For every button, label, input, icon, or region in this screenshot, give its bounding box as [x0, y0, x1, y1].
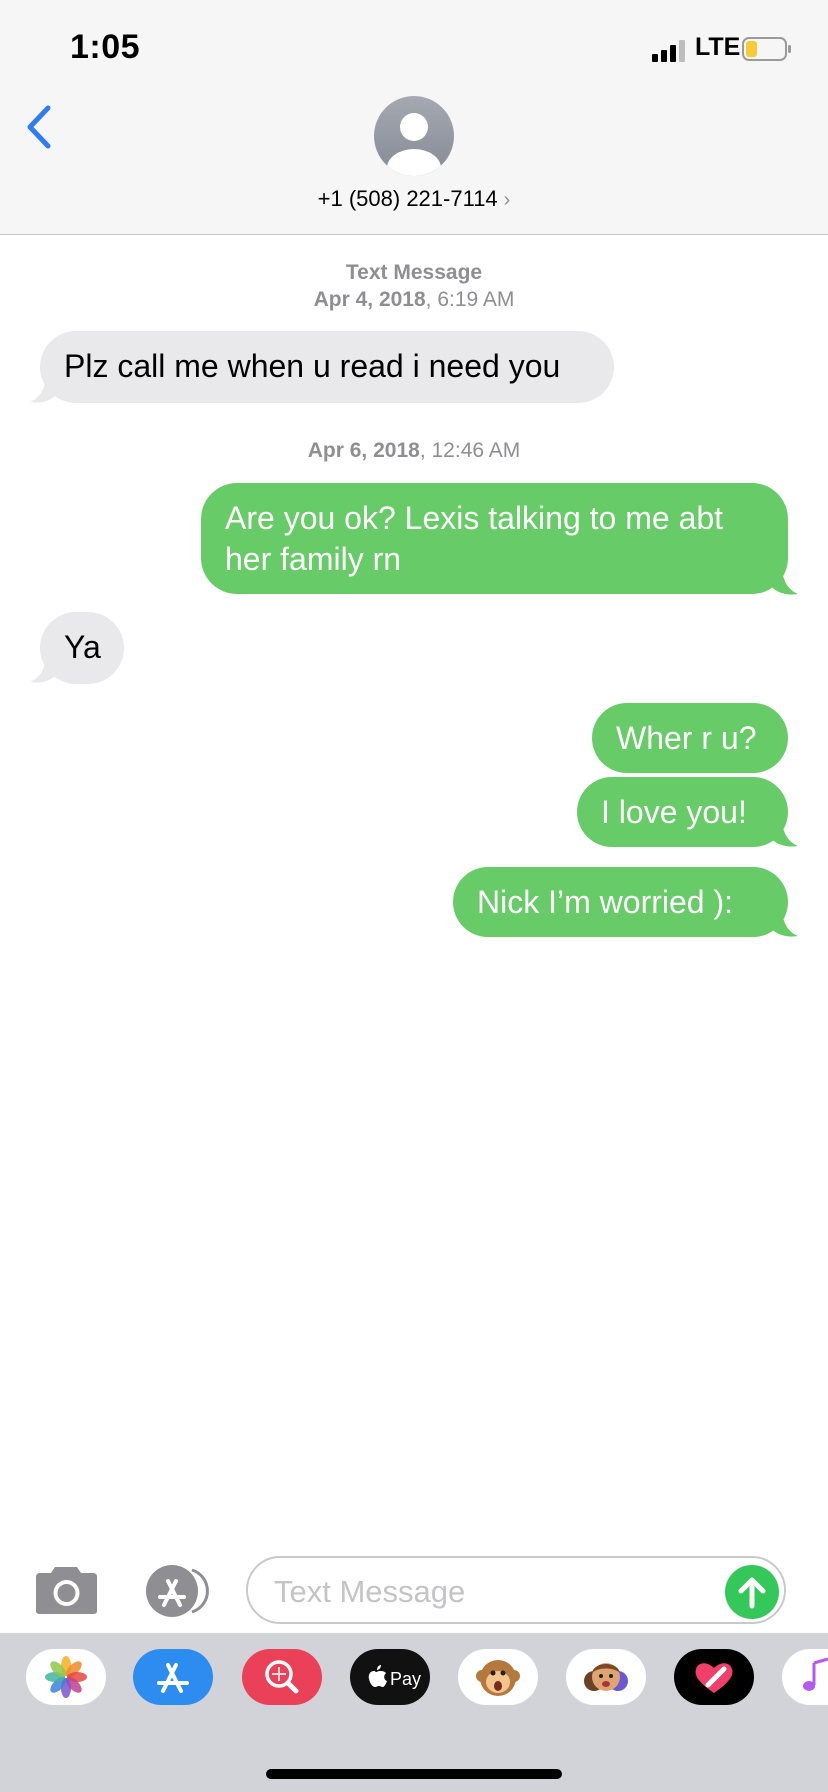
timestamp-time: , 12:46 AM — [419, 439, 521, 462]
animoji-app-icon[interactable] — [458, 1649, 538, 1705]
contact-number[interactable]: +1 (508) 221-7114 — [318, 186, 498, 211]
network-type: LTE — [695, 33, 741, 61]
contact-name[interactable]: +1 (508) 221-7114 › — [0, 186, 828, 212]
message-input[interactable]: Text Message — [246, 1556, 786, 1624]
timestamp-date: Apr 6, 2018 — [307, 439, 420, 462]
message-bubble-incoming[interactable]: Plz call me when u read i need you — [40, 331, 614, 403]
back-chevron-icon[interactable] — [24, 104, 54, 150]
battery-icon — [742, 37, 791, 61]
timestamp-label: Text Message — [345, 261, 483, 284]
apple-pay-label: Pay — [390, 1669, 421, 1689]
camera-icon[interactable] — [35, 1565, 98, 1615]
home-indicator[interactable] — [266, 1769, 562, 1779]
timestamp: Apr 6, 2018, 12:46 AM — [0, 437, 828, 464]
imessage-app-drawer: Pay — [0, 1633, 828, 1792]
app-store-app-icon[interactable] — [133, 1649, 213, 1705]
message-input-placeholder: Text Message — [274, 1574, 466, 1609]
app-store-button-icon[interactable] — [140, 1565, 214, 1617]
images-search-app-icon[interactable] — [242, 1649, 322, 1705]
timestamp: Text Message Apr 4, 2018, 6:19 AM — [0, 259, 828, 313]
photos-app-icon[interactable] — [26, 1649, 106, 1705]
message-bubble-incoming[interactable]: Ya — [40, 612, 124, 684]
music-app-icon[interactable] — [782, 1649, 828, 1705]
contact-avatar-icon[interactable] — [374, 96, 454, 176]
status-time: 1:05 — [70, 28, 141, 66]
send-button[interactable] — [725, 1565, 779, 1619]
message-bubble-outgoing[interactable]: Nick I’m worried ): — [453, 867, 788, 937]
apple-pay-app-icon[interactable]: Pay — [350, 1649, 430, 1705]
message-bubble-outgoing[interactable]: Are you ok? Lexis talking to me abt her … — [201, 483, 788, 594]
arrow-up-icon — [738, 1577, 766, 1609]
timestamp-time: , 6:19 AM — [425, 288, 515, 311]
cellular-signal-icon — [652, 40, 685, 62]
memoji-app-icon[interactable] — [566, 1649, 646, 1705]
digital-touch-app-icon[interactable] — [674, 1649, 754, 1705]
message-bubble-outgoing[interactable]: Wher r u? — [592, 703, 788, 773]
chevron-right-icon: › — [503, 189, 511, 211]
message-bubble-outgoing[interactable]: I love you! — [577, 777, 788, 847]
conversation-header: 1:05 LTE +1 (508) 221-7114 › — [0, 0, 828, 235]
timestamp-date: Apr 4, 2018 — [313, 288, 426, 311]
